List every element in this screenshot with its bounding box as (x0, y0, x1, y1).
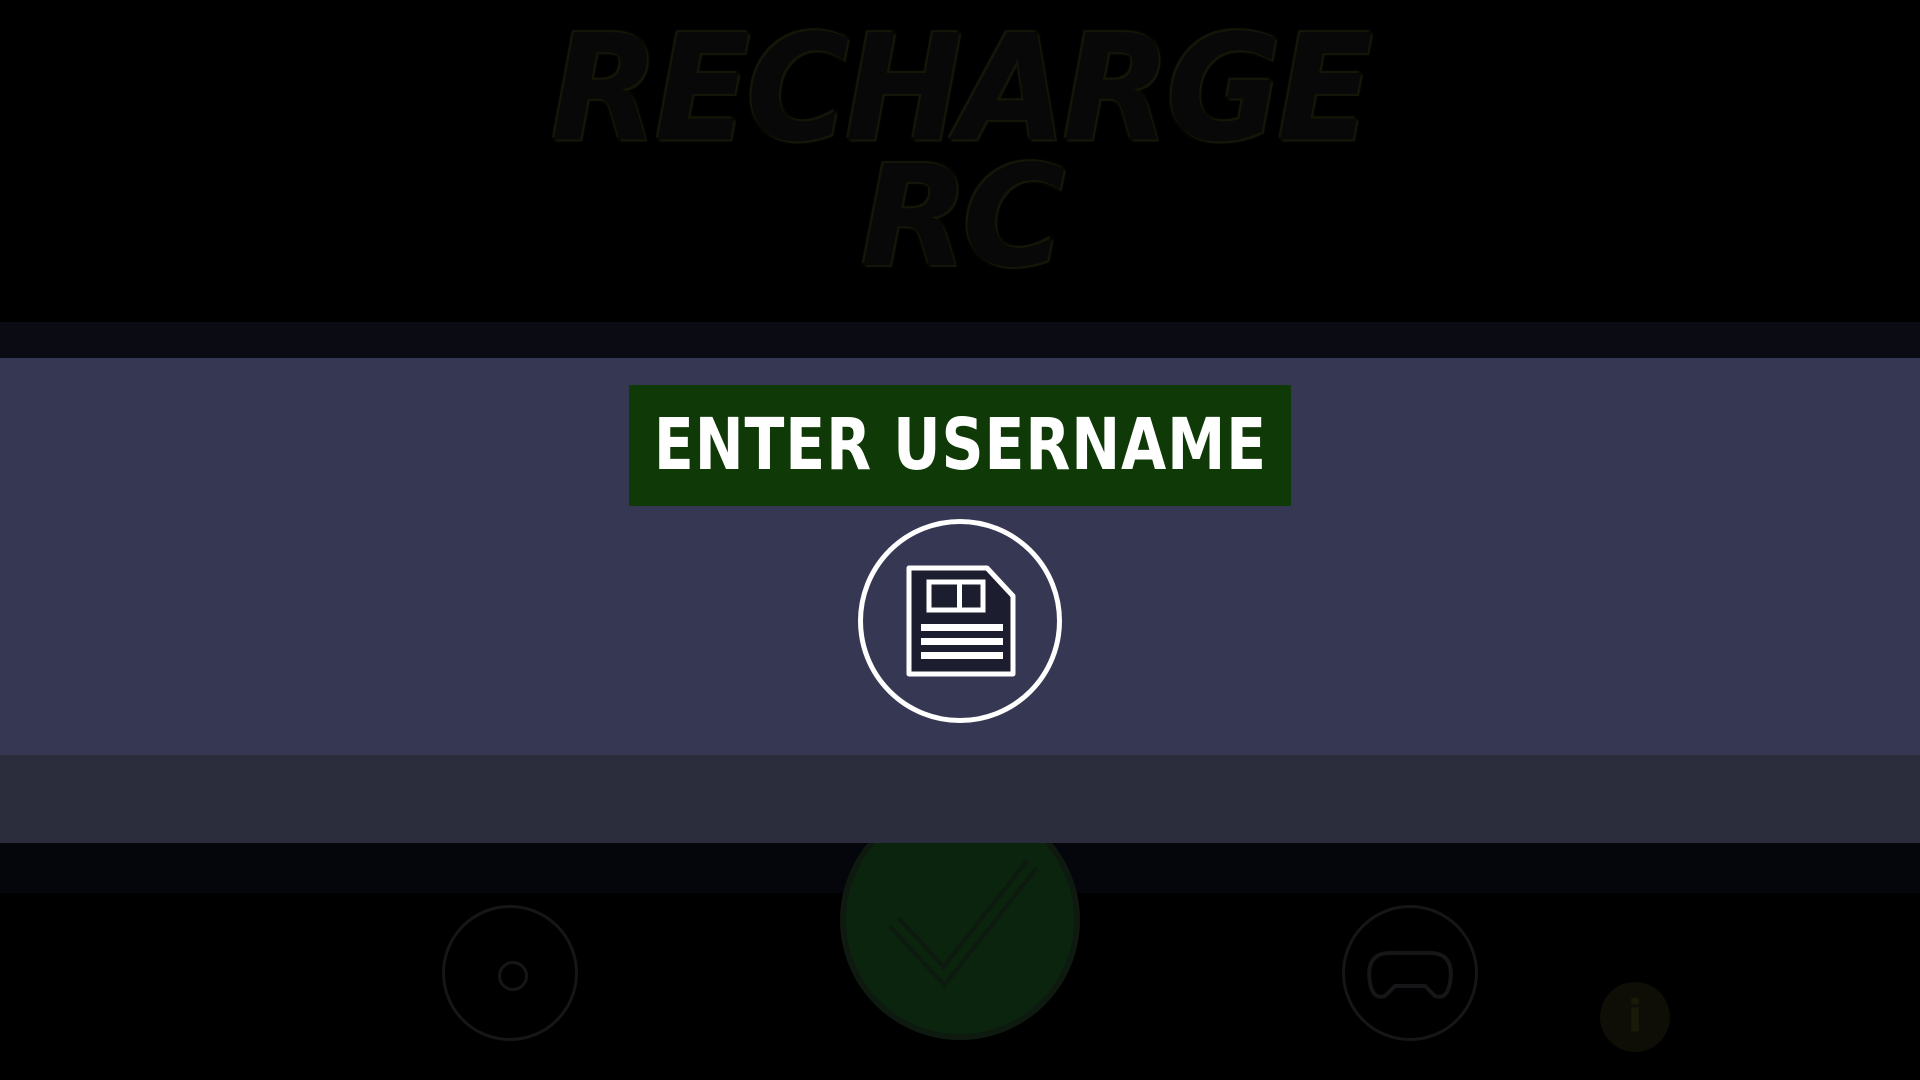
settings-gear-icon (442, 905, 578, 1041)
dialog-title-box: ENTER USERNAME (629, 385, 1291, 506)
username-dialog-footer (0, 755, 1920, 843)
logo-line-1: RECHARGE (550, 3, 1373, 176)
info-icon: i (1600, 982, 1670, 1052)
dialog-title: ENTER USERNAME (653, 404, 1267, 487)
background-band-top (0, 322, 1920, 358)
save-username-button[interactable] (858, 519, 1062, 723)
controller-gamepad-icon (1342, 905, 1478, 1041)
info-label: i (1627, 991, 1643, 1042)
game-logo: RECHARGE RC (0, 3, 1920, 288)
floppy-disk-icon (906, 565, 1016, 677)
